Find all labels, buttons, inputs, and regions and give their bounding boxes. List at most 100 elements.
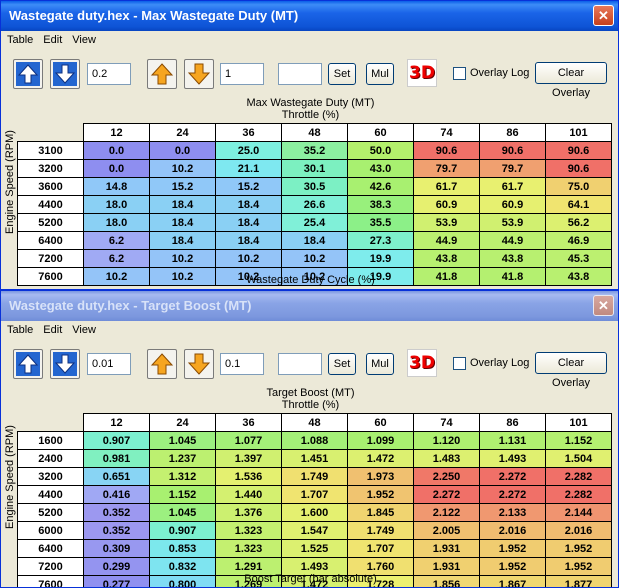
set-button[interactable]: Set: [328, 63, 356, 85]
table-cell[interactable]: 43.0: [347, 159, 414, 178]
table-cell[interactable]: 1.045: [149, 503, 216, 522]
table-cell[interactable]: 35.2: [281, 141, 348, 160]
table-cell[interactable]: 6.2: [83, 231, 150, 250]
title-bar[interactable]: Wastegate duty.hex - Target Boost (MT) ✕: [1, 291, 618, 321]
table-cell[interactable]: 1.952: [545, 539, 612, 558]
multiplier-input[interactable]: [220, 353, 264, 375]
table-cell[interactable]: 45.3: [545, 249, 612, 268]
table-cell[interactable]: 90.6: [545, 141, 612, 160]
table-cell[interactable]: 1.707: [281, 485, 348, 504]
table-cell[interactable]: 1.749: [347, 521, 414, 540]
row-header[interactable]: 4400: [17, 195, 84, 214]
decrement-button[interactable]: [50, 349, 80, 379]
table-cell[interactable]: 2.016: [545, 521, 612, 540]
column-header[interactable]: 12: [83, 413, 150, 432]
overlay-log-checkbox[interactable]: [453, 67, 466, 80]
table-cell[interactable]: 18.4: [215, 213, 282, 232]
table-cell[interactable]: 2.144: [545, 503, 612, 522]
table-cell[interactable]: 1.312: [149, 467, 216, 486]
table-cell[interactable]: 1.493: [479, 449, 546, 468]
row-header[interactable]: 2400: [17, 449, 84, 468]
table-cell[interactable]: 1.749: [281, 467, 348, 486]
table-cell[interactable]: 1.237: [149, 449, 216, 468]
table-cell[interactable]: 21.1: [215, 159, 282, 178]
increment-button[interactable]: [13, 59, 43, 89]
table-cell[interactable]: 38.3: [347, 195, 414, 214]
table-cell[interactable]: 2.122: [413, 503, 480, 522]
table-cell[interactable]: 14.8: [83, 177, 150, 196]
set-button[interactable]: Set: [328, 353, 356, 375]
multiply-up-button[interactable]: [147, 59, 177, 89]
table-cell[interactable]: 1.472: [347, 449, 414, 468]
table-cell[interactable]: 0.651: [83, 467, 150, 486]
table-cell[interactable]: 1.088: [281, 431, 348, 450]
menu-table[interactable]: Table: [5, 31, 41, 49]
column-header[interactable]: 60: [347, 123, 414, 142]
table-cell[interactable]: 1.952: [479, 539, 546, 558]
close-button[interactable]: ✕: [593, 5, 614, 26]
table-cell[interactable]: 0.0: [149, 141, 216, 160]
table-cell[interactable]: 2.282: [545, 467, 612, 486]
table-cell[interactable]: 1.440: [215, 485, 282, 504]
table-cell[interactable]: 60.9: [413, 195, 480, 214]
menu-table[interactable]: Table: [5, 321, 41, 339]
table-cell[interactable]: 2.016: [479, 521, 546, 540]
column-header[interactable]: 101: [545, 413, 612, 432]
table-cell[interactable]: 26.6: [281, 195, 348, 214]
table-cell[interactable]: 1.483: [413, 449, 480, 468]
table-cell[interactable]: 44.9: [479, 231, 546, 250]
column-header[interactable]: 86: [479, 123, 546, 142]
table-cell[interactable]: 79.7: [413, 159, 480, 178]
table-cell[interactable]: 0.907: [83, 431, 150, 450]
clear-overlay-button[interactable]: Clear Overlay: [535, 62, 607, 99]
table-cell[interactable]: 1.952: [347, 485, 414, 504]
table-cell[interactable]: 42.6: [347, 177, 414, 196]
table-cell[interactable]: 2.272: [413, 485, 480, 504]
row-header[interactable]: 3100: [17, 141, 84, 160]
table-cell[interactable]: 18.0: [83, 213, 150, 232]
increment-button[interactable]: [13, 349, 43, 379]
table-cell[interactable]: 50.0: [347, 141, 414, 160]
table-cell[interactable]: 35.5: [347, 213, 414, 232]
table-cell[interactable]: 27.3: [347, 231, 414, 250]
close-button[interactable]: ✕: [593, 295, 614, 316]
table-cell[interactable]: 10.2: [149, 249, 216, 268]
table-cell[interactable]: 75.0: [545, 177, 612, 196]
column-header[interactable]: 48: [281, 413, 348, 432]
menu-edit[interactable]: Edit: [41, 321, 70, 339]
column-header[interactable]: 86: [479, 413, 546, 432]
table-cell[interactable]: 79.7: [479, 159, 546, 178]
row-header[interactable]: 5200: [17, 213, 84, 232]
table-cell[interactable]: 2.272: [479, 485, 546, 504]
column-header[interactable]: 12: [83, 123, 150, 142]
column-header[interactable]: 48: [281, 123, 348, 142]
table-cell[interactable]: 18.4: [149, 231, 216, 250]
column-header[interactable]: 24: [149, 123, 216, 142]
table-cell[interactable]: 0.309: [83, 539, 150, 558]
table-cell[interactable]: 1.323: [215, 539, 282, 558]
mul-button[interactable]: Mul: [366, 353, 394, 375]
table-cell[interactable]: 15.2: [215, 177, 282, 196]
table-cell[interactable]: 1.099: [347, 431, 414, 450]
decrement-button[interactable]: [50, 59, 80, 89]
table-cell[interactable]: 2.133: [479, 503, 546, 522]
table-cell[interactable]: 0.416: [83, 485, 150, 504]
title-bar[interactable]: Wastegate duty.hex - Max Wastegate Duty …: [1, 1, 618, 31]
table-cell[interactable]: 1.600: [281, 503, 348, 522]
table-cell[interactable]: 0.0: [83, 159, 150, 178]
row-header[interactable]: 3200: [17, 467, 84, 486]
table-cell[interactable]: 18.4: [281, 231, 348, 250]
table-cell[interactable]: 53.9: [479, 213, 546, 232]
table-cell[interactable]: 18.4: [215, 195, 282, 214]
column-header[interactable]: 24: [149, 413, 216, 432]
menu-edit[interactable]: Edit: [41, 31, 70, 49]
table-cell[interactable]: 2.282: [545, 485, 612, 504]
table-cell[interactable]: 1.323: [215, 521, 282, 540]
table-cell[interactable]: 1.707: [347, 539, 414, 558]
table-cell[interactable]: 61.7: [479, 177, 546, 196]
table-cell[interactable]: 1.547: [281, 521, 348, 540]
table-cell[interactable]: 1.931: [413, 539, 480, 558]
column-header[interactable]: 36: [215, 413, 282, 432]
row-header[interactable]: 4400: [17, 485, 84, 504]
set-value-input[interactable]: [278, 353, 322, 375]
